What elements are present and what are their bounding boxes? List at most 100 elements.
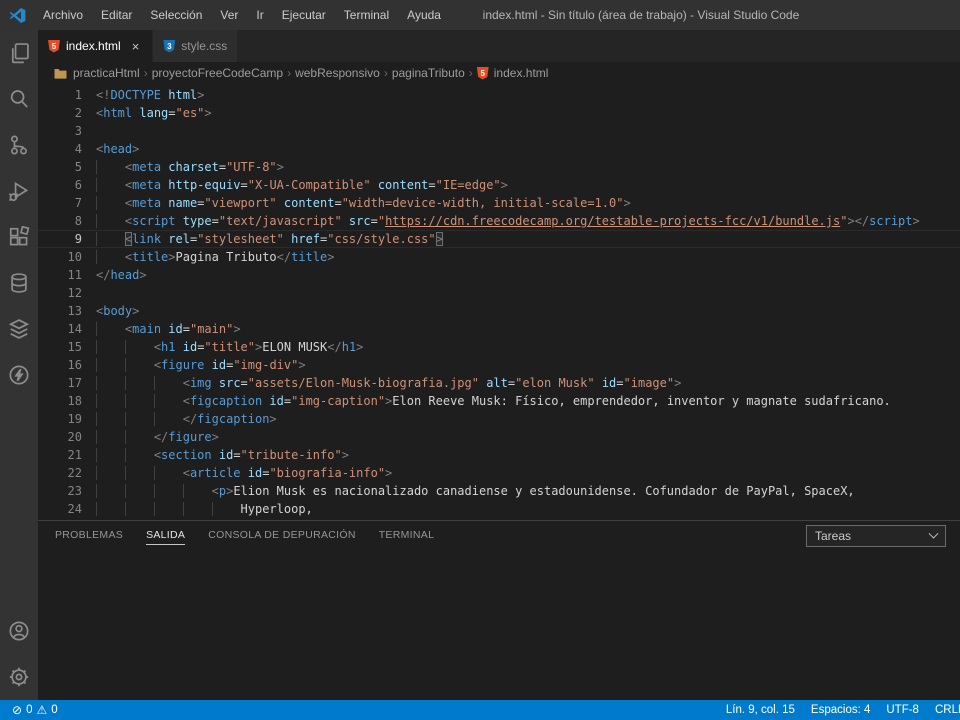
code-token: id — [594, 376, 617, 390]
code-line[interactable]: 17 <img src="assets/Elon-Musk-biografia.… — [38, 374, 960, 392]
line-number: 4 — [74, 142, 82, 156]
search-icon[interactable] — [0, 76, 38, 122]
code-token: > — [168, 250, 176, 264]
source-control-icon[interactable] — [0, 122, 38, 168]
status-encoding[interactable]: UTF-8 — [878, 700, 927, 720]
line-number: 6 — [74, 178, 82, 192]
code-token: "es" — [175, 106, 205, 120]
breadcrumb-item-paginatributo[interactable]: paginaTributo — [392, 66, 465, 80]
code-line[interactable]: 6 <meta http-equiv="X-UA-Compatible" con… — [38, 176, 960, 194]
layers-icon[interactable] — [0, 306, 38, 352]
line-content: <link rel="stylesheet" href="css/style.c… — [96, 230, 443, 248]
code-line[interactable]: 9 <link rel="stylesheet" href="css/style… — [38, 230, 960, 248]
code-token: img — [189, 376, 212, 390]
breadcrumb-separator: › — [287, 66, 292, 80]
code-line[interactable]: 8 <script type="text/javascript" src="ht… — [38, 212, 960, 230]
code-token: "width=device-width, initial-scale=1.0" — [341, 196, 624, 210]
code-token: "X-UA-Compatible" — [247, 178, 371, 192]
breadcrumb-item-webresponsivo[interactable]: webResponsivo — [295, 66, 380, 80]
indent-guide — [154, 484, 183, 498]
tasks-dropdown[interactable]: Tareas — [806, 525, 946, 547]
menu-item-editar[interactable]: Editar — [92, 0, 141, 30]
code-token: id — [204, 358, 227, 372]
menu-item-archivo[interactable]: Archivo — [34, 0, 92, 30]
code-line[interactable]: 4 <head> — [38, 140, 960, 158]
panel-tab-problemas[interactable]: PROBLEMAS — [55, 521, 123, 551]
output-panel-content[interactable] — [38, 551, 960, 700]
account-icon[interactable] — [0, 608, 38, 654]
line-content: <article id="biografia-info"> — [96, 464, 393, 482]
menu-item-ayuda[interactable]: Ayuda — [398, 0, 450, 30]
breadcrumb-item-practicahtml[interactable]: practicaHtml — [73, 66, 140, 80]
breadcrumb-item-index-html[interactable]: index.html — [494, 66, 549, 80]
indent-guide — [154, 466, 183, 480]
code-token: = — [168, 106, 176, 120]
code-line[interactable]: 5 <meta charset="UTF-8"> — [38, 158, 960, 176]
menu-item-ir[interactable]: Ir — [247, 0, 272, 30]
menu-item-selecci-n[interactable]: Selección — [141, 0, 211, 30]
status-eol[interactable]: CRLF — [927, 700, 960, 720]
code-token: id — [161, 322, 183, 336]
code-token: </ — [327, 340, 342, 354]
problems-status[interactable]: ⊘ 0 ⚠ 0 — [8, 700, 62, 720]
database-icon[interactable] — [0, 260, 38, 306]
code-token: > — [385, 466, 393, 480]
menu-item-terminal[interactable]: Terminal — [335, 0, 398, 30]
panel-tab-terminal[interactable]: TERMINAL — [379, 521, 435, 551]
thunder-client-icon[interactable] — [0, 352, 38, 398]
extensions-icon[interactable] — [0, 214, 38, 260]
explorer-icon[interactable] — [0, 30, 38, 76]
menu-item-ver[interactable]: Ver — [211, 0, 247, 30]
code-token: article — [189, 466, 241, 480]
tab-index-html[interactable]: 5 index.html × — [38, 30, 153, 62]
window-title: index.html - Sin título (área de trabajo… — [482, 8, 800, 22]
code-line[interactable]: 21 <section id="tribute-info"> — [38, 446, 960, 464]
line-content: <body> — [96, 302, 139, 320]
code-line[interactable]: 14 <main id="main"> — [38, 320, 960, 338]
line-content: </head> — [96, 266, 147, 284]
code-line[interactable]: 2 <html lang="es"> — [38, 104, 960, 122]
indent-guide — [96, 232, 125, 246]
status-indentation[interactable]: Espacios: 4 — [803, 700, 878, 720]
menu-item-ejecutar[interactable]: Ejecutar — [273, 0, 335, 30]
code-line[interactable]: 7 <meta name="viewport" content="width=d… — [38, 194, 960, 212]
code-line[interactable]: 12 — [38, 284, 960, 302]
line-number: 14 — [67, 322, 82, 336]
tab-style-css[interactable]: 3 style.css — [153, 30, 238, 62]
line-content: <!DOCTYPE html> — [96, 86, 204, 104]
code-line[interactable]: 13 <body> — [38, 302, 960, 320]
settings-gear-icon[interactable] — [0, 654, 38, 700]
code-line[interactable]: 20 </figure> — [38, 428, 960, 446]
indent-guide — [96, 160, 125, 174]
code-token: DOCTYPE — [110, 88, 162, 102]
close-icon[interactable]: × — [129, 39, 143, 54]
code-editor[interactable]: 1 <!DOCTYPE html> 2 <html lang="es"> 3 4 <head… — [38, 84, 960, 520]
code-line[interactable]: 3 — [38, 122, 960, 140]
run-debug-icon[interactable] — [0, 168, 38, 214]
code-token: </ — [153, 430, 169, 444]
code-line[interactable]: 15 <h1 id="title">ELON MUSK</h1> — [38, 338, 960, 356]
panel-tab-salida[interactable]: SALIDA — [146, 521, 186, 551]
breadcrumb-item-proyectofreecodecamp[interactable]: proyectoFreeCodeCamp — [152, 66, 283, 80]
code-token: > — [132, 142, 140, 156]
code-token: "title" — [204, 340, 255, 354]
indent-guide — [96, 250, 125, 264]
panel-tab-consola-de-depuraci-n[interactable]: CONSOLA DE DEPURACIÓN — [208, 521, 356, 551]
code-line[interactable]: 24 Hyperloop, — [38, 500, 960, 518]
code-line[interactable]: 18 <figcaption id="img-caption">Elon Ree… — [38, 392, 960, 410]
indent-guide — [96, 412, 125, 426]
indent-guide — [96, 358, 125, 372]
indent-guide — [96, 394, 125, 408]
code-line[interactable]: 11 </head> — [38, 266, 960, 284]
code-line[interactable]: 1 <!DOCTYPE html> — [38, 86, 960, 104]
status-cursor-position[interactable]: Lín. 9, col. 15 — [718, 700, 803, 720]
code-line[interactable]: 16 <figure id="img-div"> — [38, 356, 960, 374]
code-line[interactable]: 10 <title>Pagina Tributo</title> — [38, 248, 960, 266]
tab-label: style.css — [181, 39, 228, 53]
code-line[interactable]: 22 <article id="biografia-info"> — [38, 464, 960, 482]
line-content: <img src="assets/Elon-Musk-biografia.jpg… — [96, 374, 682, 392]
code-line[interactable]: 19 </figcaption> — [38, 410, 960, 428]
code-token: = — [182, 322, 190, 336]
code-line[interactable]: 23 <p>Elion Musk es nacionalizado canadi… — [38, 482, 960, 500]
code-token: = — [240, 376, 248, 390]
